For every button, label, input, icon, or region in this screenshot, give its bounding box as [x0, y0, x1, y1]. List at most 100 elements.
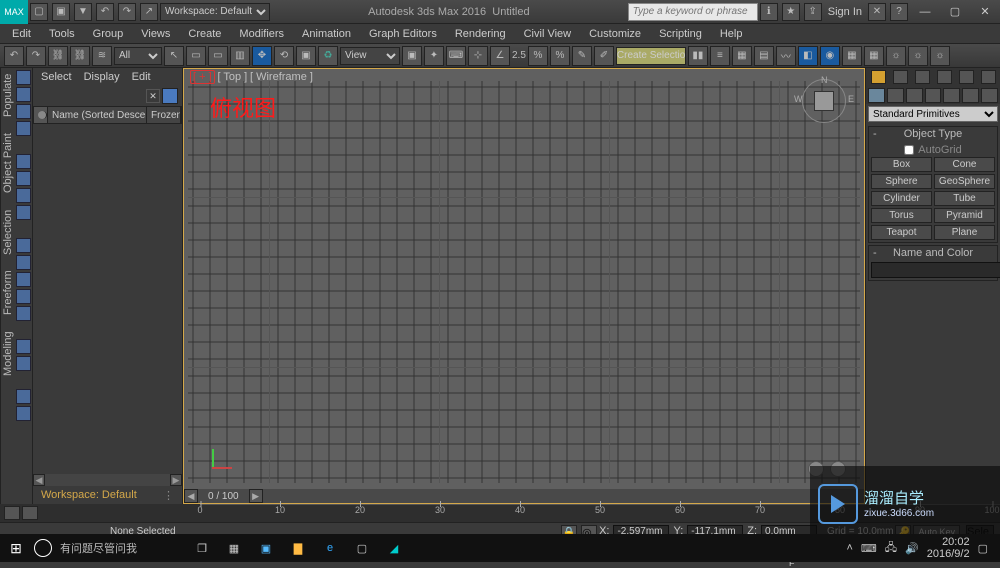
ribbon-icon-8[interactable]	[16, 205, 31, 220]
ribbon-icon-14[interactable]	[16, 339, 31, 354]
menu-create[interactable]: Create	[182, 28, 227, 40]
ribbon-tab-object-paint[interactable]: Object Paint	[2, 133, 14, 193]
tray-network-icon[interactable]: 🖧	[885, 539, 897, 558]
select-scale-button[interactable]: ▣	[296, 46, 316, 66]
exchange-icon[interactable]: ✕	[868, 3, 886, 21]
scroll-left-icon[interactable]: ◀	[33, 474, 45, 486]
autogrid-checkbox[interactable]	[904, 145, 914, 155]
taskbar-app-store[interactable]: ▣	[253, 537, 279, 559]
create-geometry-icon[interactable]	[868, 88, 885, 103]
scene-tab-edit[interactable]: Edit	[132, 71, 151, 83]
named-selection-dropdown[interactable]	[616, 47, 686, 65]
ribbon-icon-6[interactable]	[16, 171, 31, 186]
snap-toggle-button[interactable]: ⊹	[468, 46, 488, 66]
tray-clock[interactable]: 20:02 2016/9/2	[927, 536, 970, 560]
new-icon[interactable]: ▢	[30, 3, 48, 21]
layer-explorer-button[interactable]: ▦	[732, 46, 752, 66]
taskbar-app-edge[interactable]: e	[317, 537, 343, 559]
start-button[interactable]: ⊞	[4, 538, 28, 558]
scene-filter-teapot-icon[interactable]	[162, 88, 178, 104]
scene-col-frozen[interactable]: Frozen	[147, 107, 181, 123]
ribbon-icon-13[interactable]	[16, 306, 31, 321]
unlink-button[interactable]: ⛓	[70, 46, 90, 66]
scene-tab-select[interactable]: Select	[41, 71, 72, 83]
menu-edit[interactable]: Edit	[6, 28, 37, 40]
primitive-geosphere[interactable]: GeoSphere	[934, 174, 995, 189]
scene-list[interactable]	[33, 124, 182, 474]
primitive-cylinder[interactable]: Cylinder	[871, 191, 932, 206]
time-slider-next[interactable]: ▶	[249, 489, 263, 503]
spinner-snap-button[interactable]: %	[550, 46, 570, 66]
primitive-torus[interactable]: Torus	[871, 208, 932, 223]
create-cameras-icon[interactable]	[925, 88, 942, 103]
ribbon-icon-7[interactable]	[16, 188, 31, 203]
signin-link[interactable]: Sign In	[828, 6, 862, 18]
link-icon[interactable]: ↗	[140, 3, 158, 21]
cmd-utilities-icon[interactable]	[981, 70, 996, 84]
task-view-icon[interactable]: ❐	[189, 537, 215, 559]
ribbon-tab-selection[interactable]: Selection	[2, 209, 14, 254]
ribbon-icon-12[interactable]	[16, 289, 31, 304]
scene-hscroll[interactable]: ◀ ▶	[33, 474, 182, 486]
render-online-button[interactable]: ☼	[930, 46, 950, 66]
select-object-button[interactable]: ↖	[164, 46, 184, 66]
create-spacewarps-icon[interactable]	[962, 88, 979, 103]
create-shapes-icon[interactable]	[887, 88, 904, 103]
ribbon-tab-populate[interactable]: Populate	[2, 74, 14, 117]
cmd-motion-icon[interactable]	[937, 70, 952, 84]
create-lights-icon[interactable]	[906, 88, 923, 103]
render-setup-button[interactable]: ▦	[842, 46, 862, 66]
menu-animation[interactable]: Animation	[296, 28, 357, 40]
redo-icon[interactable]: ↷	[118, 3, 136, 21]
help-icon[interactable]: ?	[890, 3, 908, 21]
primitive-plane[interactable]: Plane	[934, 225, 995, 240]
open-icon[interactable]: ▣	[52, 3, 70, 21]
workspace-dropdown[interactable]: Workspace: Default	[160, 3, 270, 21]
rendered-frame-button[interactable]: ▦	[864, 46, 884, 66]
ribbon-icon-11[interactable]	[16, 272, 31, 287]
primitive-box[interactable]: Box	[871, 157, 932, 172]
schematic-view-button[interactable]: ◧	[798, 46, 818, 66]
close-button[interactable]: ✕	[970, 3, 1000, 21]
render-button[interactable]: ☼	[908, 46, 928, 66]
taskbar-app-explorer[interactable]: ▦	[221, 537, 247, 559]
name-color-rollout-header[interactable]: -Name and Color	[869, 246, 997, 260]
ribbon-icon-10[interactable]	[16, 255, 31, 270]
select-rotate-button[interactable]: ⟲	[274, 46, 294, 66]
taskbar-app-store2[interactable]: ▢	[349, 537, 375, 559]
timeline-config-icon[interactable]	[4, 506, 20, 520]
share-icon[interactable]: ⇪	[804, 3, 822, 21]
help-search[interactable]	[628, 3, 758, 21]
select-place-button[interactable]: ♻	[318, 46, 338, 66]
named-selection-button[interactable]: ✐	[594, 46, 614, 66]
material-editor-button[interactable]: ◉	[820, 46, 840, 66]
ribbon-tab-freeform[interactable]: Freeform	[2, 271, 14, 316]
ribbon-icon-3[interactable]	[16, 104, 31, 119]
ribbon-icon-9[interactable]	[16, 238, 31, 253]
menu-graph-editors[interactable]: Graph Editors	[363, 28, 443, 40]
select-name-button[interactable]: ▭	[186, 46, 206, 66]
curve-editor-button[interactable]: 〰	[776, 46, 796, 66]
ribbon-icon-15[interactable]	[16, 356, 31, 371]
scene-clear-filter[interactable]: ✕	[146, 89, 160, 103]
window-crossing-button[interactable]: ▥	[230, 46, 250, 66]
menu-civil-view[interactable]: Civil View	[518, 28, 577, 40]
select-move-button[interactable]: ✥	[252, 46, 272, 66]
keyboard-shortcut-button[interactable]: ⌨	[446, 46, 466, 66]
minimize-button[interactable]: —	[910, 3, 940, 21]
undo-button[interactable]: ↶	[4, 46, 24, 66]
object-type-rollout-header[interactable]: -Object Type	[869, 127, 997, 141]
scene-col-visibility[interactable]	[34, 107, 48, 123]
tray-notifications-icon[interactable]: ▢	[978, 542, 988, 555]
cmd-create-icon[interactable]	[871, 70, 886, 84]
ribbon-icon-17[interactable]	[16, 406, 31, 421]
ribbon-icon-16[interactable]	[16, 389, 31, 404]
workspace-options-icon[interactable]: ⋮	[163, 489, 174, 502]
mirror-button[interactable]: ▮▮	[688, 46, 708, 66]
menu-tools[interactable]: Tools	[43, 28, 81, 40]
scroll-right-icon[interactable]: ▶	[170, 474, 182, 486]
primitive-teapot[interactable]: Teapot	[871, 225, 932, 240]
primitive-category-dropdown[interactable]: Standard Primitives	[868, 106, 998, 122]
viewport-label[interactable]: [ + ] [ Top ] [ Wireframe ]	[190, 71, 313, 83]
selection-filter[interactable]: All	[114, 47, 162, 65]
